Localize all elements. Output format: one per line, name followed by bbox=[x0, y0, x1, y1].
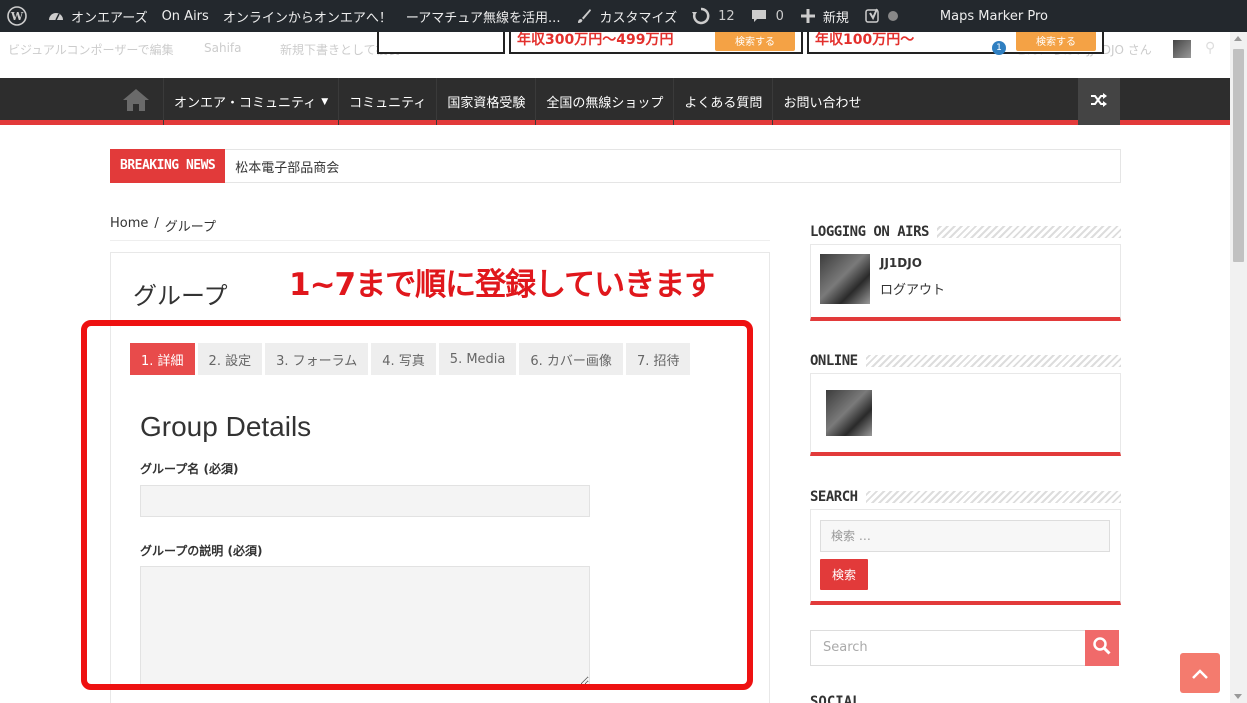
brush-icon bbox=[574, 6, 594, 26]
title-stripes bbox=[865, 491, 1121, 503]
title-stripes bbox=[865, 355, 1121, 367]
sidebar-search-input[interactable]: 検索 … bbox=[820, 520, 1110, 552]
home-icon bbox=[122, 88, 150, 116]
widget-title-social: SOCIAL bbox=[810, 694, 861, 703]
customize-link[interactable]: カスタマイズ bbox=[567, 0, 684, 32]
site-name-menu[interactable]: オンエアーズ bbox=[39, 0, 155, 32]
widget-title-text: LOGGING ON AIRS bbox=[810, 224, 929, 240]
highlight-box bbox=[81, 320, 753, 690]
user-avatar[interactable] bbox=[820, 254, 870, 304]
page-scrollbar[interactable] bbox=[1230, 32, 1247, 703]
nav-item-onair-community[interactable]: オンエア・コミュニティ ▼ bbox=[163, 78, 338, 125]
nav-item-community[interactable]: コミュニティ bbox=[338, 78, 436, 125]
online-user-avatar[interactable] bbox=[826, 390, 872, 436]
nav-item-faq[interactable]: よくある質問 bbox=[673, 78, 772, 125]
new-content-link[interactable]: 新規 bbox=[791, 0, 856, 32]
comments-count: 0 bbox=[775, 8, 784, 24]
sidebar-search-button[interactable]: 検索 bbox=[820, 559, 869, 590]
caret-down-icon: ▼ bbox=[321, 96, 329, 107]
comments-link[interactable]: 0 bbox=[742, 0, 791, 32]
admin-link-label: オンラインからオンエアへ！ bbox=[222, 10, 392, 26]
admin-link-amateur[interactable]: ーアマチュア無線を活用... bbox=[399, 0, 568, 32]
shuffle-icon bbox=[1090, 92, 1108, 112]
nav-item-label: 全国の無線ショップ bbox=[546, 96, 664, 111]
nav-item-exam[interactable]: 国家資格受験 bbox=[436, 78, 535, 125]
widget-title-text: SEARCH bbox=[810, 489, 858, 505]
ad-text: 年収100万円～ bbox=[815, 32, 915, 48]
comment-icon bbox=[749, 6, 769, 26]
search-icon bbox=[1093, 637, 1111, 659]
nav-item-label: 国家資格受験 bbox=[447, 96, 526, 111]
admin-bar: W オンエアーズ On Airs オンラインからオンエアへ！ ーアマチュア無線を… bbox=[0, 0, 1247, 32]
updates-count: 12 bbox=[718, 8, 735, 24]
nav-menu: オンエア・コミュニティ ▼ コミュニティ 国家資格受験 全国の無線ショップ よく… bbox=[163, 78, 871, 125]
random-article-button[interactable] bbox=[1078, 78, 1120, 125]
admin-avatar[interactable] bbox=[1173, 40, 1191, 58]
nav-item-label: オンエア・コミュニティ bbox=[174, 96, 317, 111]
instruction-annotation: 1~7まで順に登録していきます bbox=[289, 267, 715, 303]
scroll-down-icon[interactable] bbox=[1234, 694, 1242, 699]
widget-title-online: ONLINE bbox=[810, 353, 1121, 369]
breadcrumb-current: グループ bbox=[164, 220, 217, 235]
site-name: オンエアーズ bbox=[71, 10, 148, 26]
maps-marker-label: Maps Marker Pro bbox=[939, 8, 1048, 24]
secondary-search-button[interactable] bbox=[1085, 630, 1119, 666]
breadcrumb-home[interactable]: Home bbox=[110, 216, 148, 235]
widget-title-search: SEARCH bbox=[810, 489, 1121, 505]
new-label: 新規 bbox=[822, 10, 849, 26]
updates-link[interactable]: 12 bbox=[684, 0, 742, 32]
secondary-search-input[interactable]: Search bbox=[810, 630, 1086, 666]
breaking-news-item[interactable]: 松本電子部品商会 bbox=[225, 157, 339, 176]
nav-item-label: よくある質問 bbox=[684, 96, 763, 111]
widget-title-text: ONLINE bbox=[810, 353, 858, 369]
admin-link-label: ーアマチュア無線を活用... bbox=[405, 10, 561, 26]
nav-item-shops[interactable]: 全国の無線ショップ bbox=[535, 78, 673, 125]
title-stripes bbox=[936, 226, 1121, 238]
updates-icon bbox=[691, 6, 711, 26]
notification-badge[interactable]: 1 bbox=[992, 41, 1006, 55]
breaking-news-bar: BREAKING NEWS 松本電子部品商会 bbox=[110, 148, 1121, 183]
yoast-seo-menu[interactable] bbox=[856, 0, 905, 32]
home-link[interactable] bbox=[110, 78, 162, 125]
back-to-top-button[interactable] bbox=[1180, 653, 1220, 693]
ad-search-button[interactable]: 検索する bbox=[1016, 30, 1096, 51]
chevron-up-icon bbox=[1192, 664, 1208, 683]
nav-item-label: お問い合わせ bbox=[783, 96, 862, 111]
theme-link[interactable]: Sahifa bbox=[204, 41, 242, 55]
svg-text:W: W bbox=[10, 10, 24, 23]
scrollbar-thumb[interactable] bbox=[1233, 49, 1244, 262]
nav-item-contact[interactable]: お問い合わせ bbox=[772, 78, 871, 125]
dashboard-icon bbox=[46, 6, 66, 26]
breadcrumb-separator: / bbox=[154, 216, 159, 231]
customize-label: カスタマイズ bbox=[599, 10, 678, 26]
logout-link[interactable]: ログアウト bbox=[880, 279, 945, 298]
seo-status-dot bbox=[887, 11, 898, 21]
ad-text: 年収300万円～499万円 bbox=[517, 32, 674, 48]
breaking-news-label: BREAKING NEWS bbox=[110, 148, 226, 183]
main-navigation: オンエア・コミュニティ ▼ コミュニティ 国家資格受験 全国の無線ショップ よく… bbox=[0, 78, 1230, 125]
ad-search-button[interactable]: 検索する bbox=[715, 30, 795, 51]
divider bbox=[110, 240, 770, 241]
wordpress-icon: W bbox=[7, 6, 27, 26]
yoast-icon bbox=[863, 6, 883, 26]
widget-title-logging: LOGGING ON AIRS bbox=[810, 224, 1121, 240]
admin-link-tagline[interactable]: オンラインからオンエアへ！ bbox=[216, 0, 399, 32]
wp-logo-menu[interactable]: W bbox=[0, 0, 39, 32]
admin-link-on-airs[interactable]: On Airs bbox=[155, 0, 216, 32]
visual-composer-link[interactable]: ビジュアルコンポーザーで編集 bbox=[8, 41, 174, 58]
breadcrumb: Home / グループ bbox=[110, 216, 216, 235]
maps-marker-link[interactable]: Maps Marker Pro bbox=[933, 0, 1055, 32]
plus-icon bbox=[798, 6, 818, 26]
page-title: グループ bbox=[133, 282, 228, 310]
scroll-up-icon[interactable] bbox=[1234, 36, 1242, 41]
user-name[interactable]: JJ1DJO bbox=[880, 256, 922, 270]
admin-link-label: On Airs bbox=[161, 8, 209, 24]
nav-item-label: コミュニティ bbox=[349, 96, 427, 111]
admin-search-icon[interactable]: ⚲ bbox=[1205, 40, 1215, 56]
